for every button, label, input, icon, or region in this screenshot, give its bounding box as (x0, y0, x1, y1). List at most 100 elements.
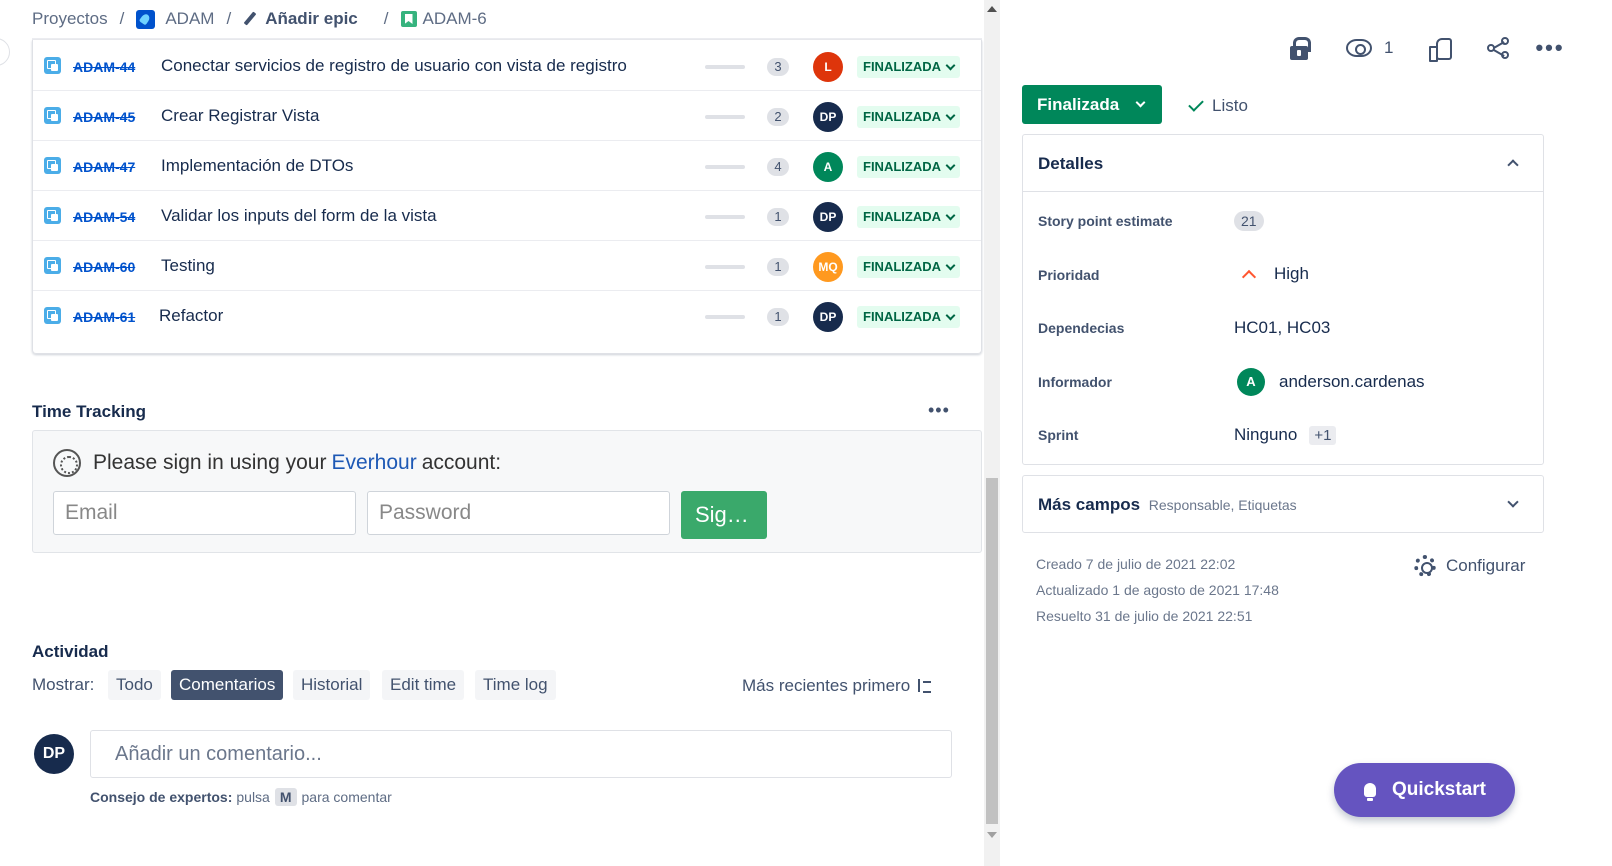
reporter-value[interactable]: A anderson.cardenas (1237, 368, 1425, 396)
status-dropdown[interactable]: FINALIZADA (857, 306, 960, 328)
table-row[interactable]: ADAM-60 Testing 1 MQ FINALIZADA (33, 240, 981, 291)
configure-button[interactable]: Configurar (1414, 555, 1525, 577)
comment-input[interactable]: Añadir un comentario... (90, 730, 952, 778)
story-points-badge: 2 (767, 108, 789, 126)
table-row[interactable]: ADAM-44 Conectar servicios de registro de… (33, 40, 981, 91)
avatar[interactable]: A (813, 152, 843, 182)
status-dropdown[interactable]: FINALIZADA (857, 56, 960, 78)
collapse-handle[interactable] (0, 38, 10, 66)
subtask-icon (44, 157, 61, 174)
lock-icon[interactable] (1290, 37, 1311, 60)
watch-icon[interactable] (1346, 39, 1372, 57)
filter-edit-time[interactable]: Edit time (382, 670, 465, 700)
story-points-value[interactable]: 21 (1234, 211, 1264, 231)
filter-todo[interactable]: Todo (108, 670, 161, 700)
reporter-name: anderson.cardenas (1279, 372, 1425, 391)
issue-summary[interactable]: Testing (161, 256, 215, 276)
thumbs-up-icon[interactable] (1429, 38, 1453, 62)
created-date: Creado 7 de julio de 2021 22:02 (1036, 556, 1236, 572)
issue-key[interactable]: ADAM-47 (73, 159, 135, 175)
status-label: FINALIZADA (863, 259, 941, 274)
priority-label: Prioridad (1038, 267, 1100, 283)
status-dropdown[interactable]: FINALIZADA (857, 156, 960, 178)
issue-summary[interactable]: Crear Registrar Vista (161, 106, 319, 126)
quickstart-button[interactable]: Quickstart (1334, 763, 1515, 817)
more-fields-section[interactable]: Más campos Responsable, Etiquetas (1022, 475, 1544, 533)
issue-key[interactable]: ADAM-44 (73, 59, 135, 75)
breadcrumb-issue[interactable]: ADAM-6 (423, 9, 487, 29)
status-dropdown[interactable]: FINALIZADA (857, 206, 960, 228)
issue-summary[interactable]: Refactor (159, 306, 223, 326)
progress-bar (705, 65, 745, 69)
issue-key[interactable]: ADAM-54 (73, 209, 135, 225)
everhour-link[interactable]: Everhour (331, 451, 416, 475)
subtask-icon (44, 257, 61, 274)
breadcrumb-project[interactable]: ADAM (165, 9, 214, 29)
share-icon[interactable] (1487, 37, 1511, 59)
dependencies-value[interactable]: HC01, HC03 (1234, 318, 1330, 338)
status-label: Finalizada (1037, 94, 1120, 114)
details-title: Detalles (1038, 154, 1104, 173)
details-panel: Detalles Story point estimate 21 Priorid… (1022, 134, 1544, 465)
more-fields-subtitle: Responsable, Etiquetas (1148, 497, 1297, 513)
chevron-down-icon (1135, 97, 1146, 108)
breadcrumb-separator: / (383, 9, 389, 28)
time-tracking-more-icon[interactable]: ••• (928, 400, 950, 421)
issue-main-panel: Proyectos / ADAM / Añadir epic / ADAM-6 … (0, 0, 1012, 866)
email-field[interactable]: Email (53, 491, 356, 535)
status-dropdown[interactable]: FINALIZADA (857, 106, 960, 128)
chevron-down-icon (945, 110, 956, 120)
epic-icon (400, 11, 417, 27)
status-label: FINALIZADA (863, 59, 941, 74)
more-actions-icon[interactable]: ••• (1535, 35, 1564, 61)
table-row[interactable]: ADAM-47 Implementación de DTOs 4 A FINALIZAD… (33, 140, 981, 191)
progress-bar (705, 315, 745, 319)
watch-count: 1 (1384, 38, 1394, 57)
avatar[interactable]: L (813, 52, 843, 82)
issue-summary[interactable]: Validar los inputs del form de la vista (161, 206, 437, 226)
details-header[interactable]: Detalles (1023, 135, 1543, 192)
everhour-signin-panel: Please sign in using your Everhour accou… (32, 430, 982, 553)
filter-comentarios[interactable]: Comentarios (171, 670, 284, 700)
scrollbar-thumb[interactable] (986, 478, 998, 824)
table-row[interactable]: ADAM-61 Refactor 1 DP FINALIZADA (33, 290, 981, 341)
tip-text: pulsa (236, 789, 270, 805)
scroll-down-arrow-icon[interactable] (987, 832, 997, 838)
sprint-value[interactable]: Ninguno +1 (1234, 425, 1337, 445)
tip-text-end: para comentar (301, 789, 392, 805)
sprint-extra-badge: +1 (1309, 425, 1337, 445)
status-dropdown[interactable]: FINALIZADA (857, 256, 960, 278)
issue-key[interactable]: ADAM-45 (73, 109, 135, 125)
chevron-down-icon (945, 210, 956, 220)
password-field[interactable]: Password (367, 491, 670, 535)
gear-icon (1414, 555, 1436, 577)
table-row[interactable]: ADAM-45 Crear Registrar Vista 2 DP FINALIZAD… (33, 90, 981, 141)
avatar[interactable]: DP (813, 302, 843, 332)
resolution-label: Listo (1212, 96, 1248, 115)
issue-key[interactable]: ADAM-60 (73, 259, 135, 275)
sort-toggle[interactable]: Más recientes primero (742, 676, 932, 696)
filter-time-log[interactable]: Time log (475, 670, 556, 700)
story-points-pill: 21 (1234, 211, 1264, 231)
issue-summary[interactable]: Implementación de DTOs (161, 156, 353, 176)
avatar[interactable]: MQ (813, 252, 843, 282)
story-points-badge: 1 (767, 308, 789, 326)
sort-label: Más recientes primero (742, 676, 911, 695)
subtask-icon (44, 57, 61, 74)
filter-historial[interactable]: Historial (293, 670, 371, 700)
breadcrumb-projects[interactable]: Proyectos (32, 9, 108, 29)
story-points-badge: 3 (767, 58, 789, 76)
issue-summary[interactable]: Conectar servicios de registro de usuari… (161, 56, 627, 76)
issue-key[interactable]: ADAM-61 (73, 309, 135, 325)
progress-bar (705, 115, 745, 119)
priority-value[interactable]: High (1234, 264, 1309, 285)
scroll-up-arrow-icon[interactable] (987, 6, 997, 12)
status-dropdown-button[interactable]: Finalizada (1022, 85, 1162, 124)
table-row[interactable]: ADAM-54 Validar los inputs del form de la… (33, 190, 981, 241)
add-epic-button[interactable]: Añadir epic (243, 9, 358, 29)
avatar[interactable]: DP (813, 102, 843, 132)
avatar[interactable]: DP (813, 202, 843, 232)
chevron-down-icon (945, 60, 956, 70)
sign-in-button[interactable]: Sig… (681, 491, 767, 539)
everhour-clock-icon (53, 449, 81, 477)
